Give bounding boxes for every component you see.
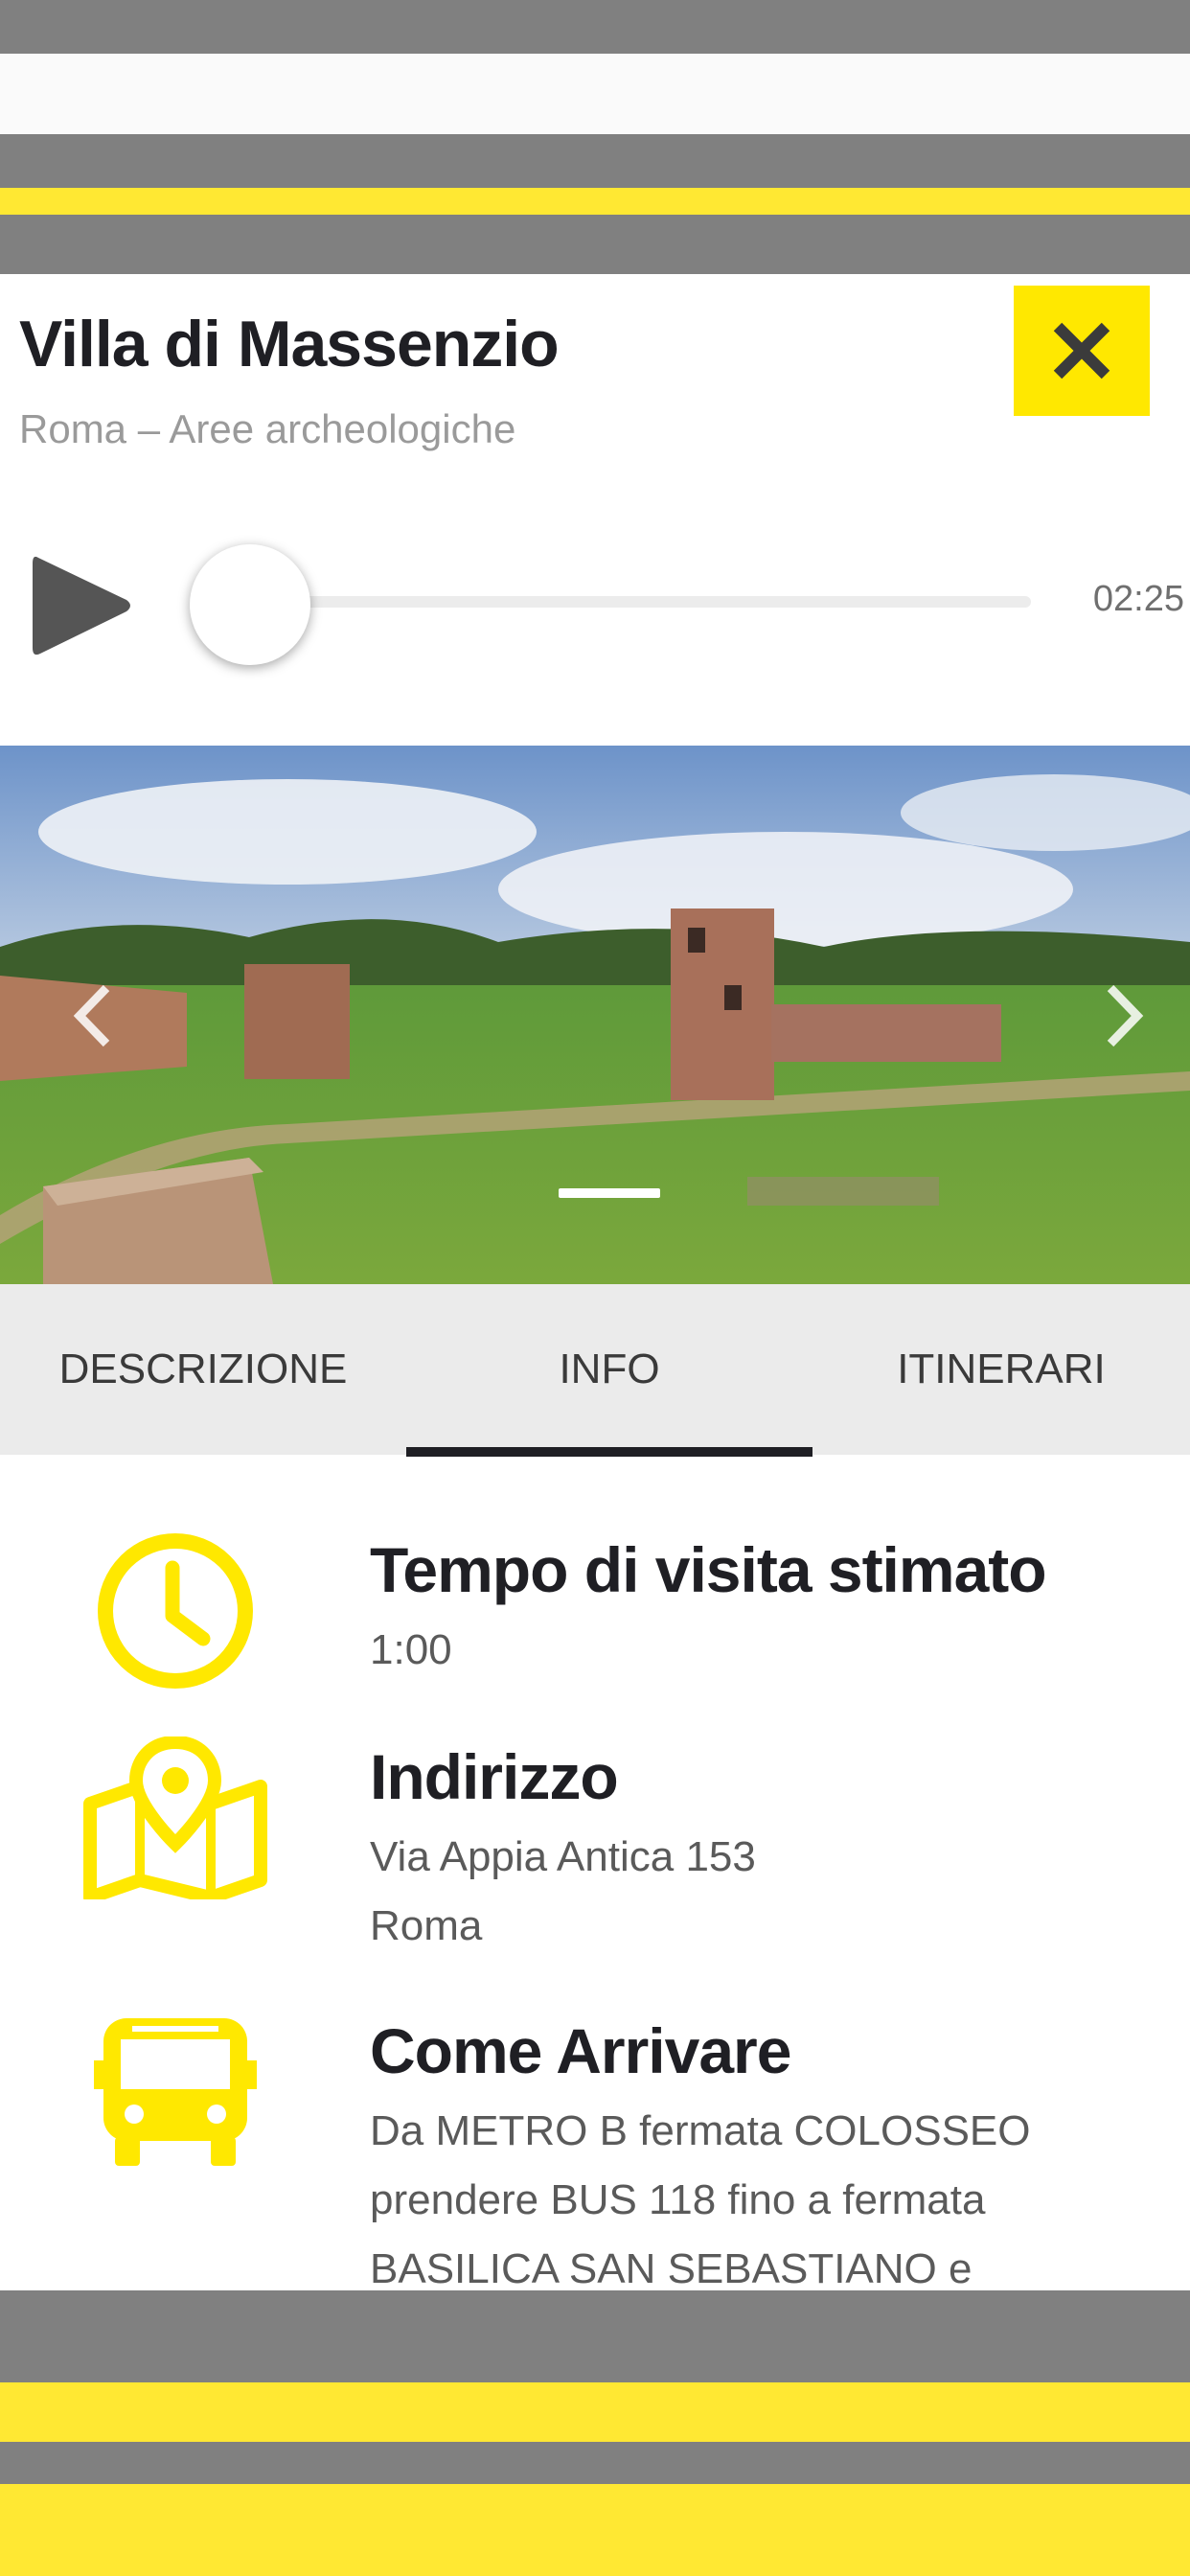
bottom-chrome-band [0,2442,1190,2484]
bus-icon [94,2018,257,2166]
gallery-page-indicator [559,1188,660,1198]
clock-icon [98,1533,253,1689]
gallery-next-button[interactable] [1087,968,1163,1064]
top-app-bar [0,54,1190,134]
close-button[interactable] [1014,286,1150,416]
audio-progress-thumb[interactable] [190,544,310,665]
audio-progress-track[interactable] [247,596,1031,608]
info-time-value: 1:00 [370,1626,452,1673]
page-subtitle: Roma – Aree archeologiche [19,406,516,451]
bottom-accent-stripe [0,2382,1190,2442]
photo-gallery[interactable] [0,746,1190,1284]
gallery-photo [0,746,1190,1284]
tab-info[interactable]: INFO [406,1284,812,1455]
info-address-title: Indirizzo [370,1741,619,1812]
info-address-line1: Via Appia Antica 153 [370,1833,756,1880]
bottom-chrome-band [0,2290,1190,2382]
info-address-line2: Roma [370,1902,483,1949]
status-bar [0,0,1190,54]
tab-descrizione[interactable]: DESCRIZIONE [0,1284,406,1455]
active-tab-indicator [406,1447,812,1457]
chrome-band [0,215,1190,274]
accent-stripe [0,188,1190,215]
chevron-right-icon [1107,984,1144,1047]
info-directions-title: Come Arrivare [370,2015,791,2086]
tab-bar: DESCRIZIONE INFO ITINERARI [0,1284,1190,1455]
info-time-title: Tempo di visita stimato [370,1534,1047,1605]
map-pin-icon [83,1736,267,1899]
play-button[interactable] [27,548,138,663]
info-directions-line1: Da METRO B fermata COLOSSEO [370,2107,1031,2154]
tab-itinerari[interactable]: ITINERARI [812,1284,1190,1455]
bottom-accent-bar [0,2484,1190,2576]
chrome-band [0,134,1190,188]
audio-duration: 02:25 [1092,579,1184,619]
gallery-prev-button[interactable] [54,968,130,1064]
play-icon [33,556,130,656]
page-title: Villa di Massenzio [19,308,560,380]
chevron-left-icon [73,984,110,1047]
close-icon [1053,322,1110,380]
info-directions-line2: prendere BUS 118 fino a fermata [370,2176,986,2223]
